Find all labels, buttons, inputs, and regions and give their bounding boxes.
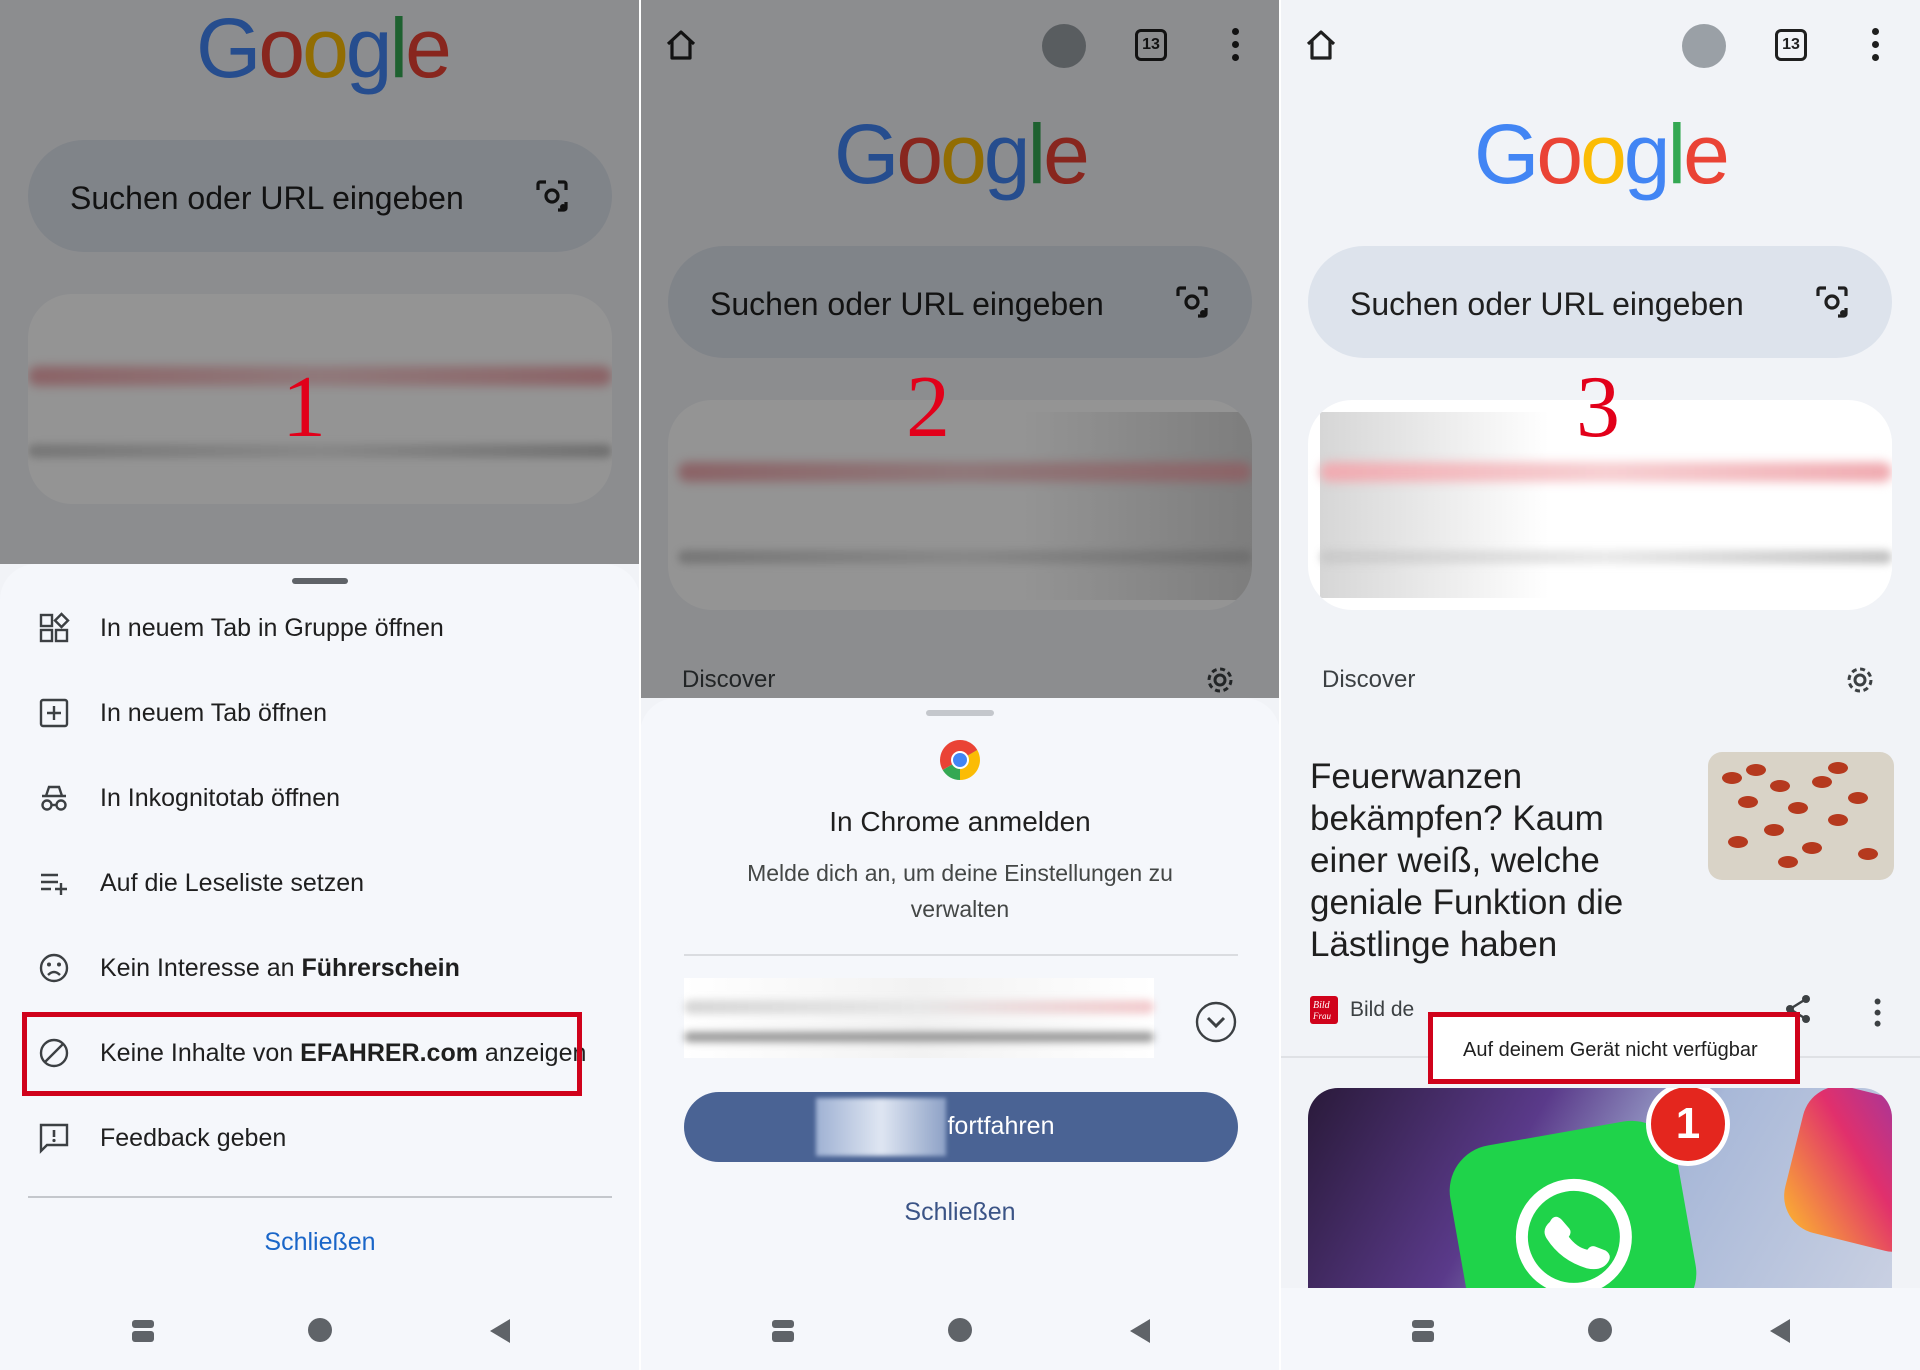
step-number-2: 2 — [906, 359, 950, 456]
chevron-down-icon[interactable] — [1194, 1000, 1238, 1044]
article-headline[interactable]: Feuerwanzen bekämpfen? Kaum einer weiß, … — [1310, 756, 1740, 966]
notification-badge: 1 — [1646, 1088, 1730, 1166]
home-nav-icon[interactable] — [948, 1318, 972, 1342]
menu-item-label: In neuem Tab öffnen — [100, 699, 328, 727]
tooltip-text: Auf deinem Gerät nicht verfügbar — [1463, 1039, 1758, 1061]
reading-list-icon — [41, 873, 67, 895]
continue-button[interactable]: fortfahren — [684, 1092, 1238, 1162]
instagram-app-icon — [1776, 1088, 1892, 1260]
menu-item-reading-list[interactable]: Auf die Leseliste setzen — [0, 847, 640, 919]
recents-icon[interactable] — [772, 1320, 794, 1342]
step-number-1: 1 — [282, 359, 326, 456]
panel-3-discover-feed: 13 Google Suchen oder URL eingeben 3 Dis… — [1280, 0, 1920, 1370]
unavailable-tooltip: Auf deinem Gerät nicht verfügbar — [1428, 1012, 1800, 1084]
sheet-handle[interactable] — [292, 578, 348, 584]
tab-switcher-button[interactable]: 13 — [1775, 29, 1807, 61]
google-logo: Google — [1474, 107, 1730, 201]
menu-item-feedback[interactable]: Feedback geben — [0, 1102, 640, 1174]
menu-item-open-in-group[interactable]: In neuem Tab in Gruppe öffnen — [0, 592, 640, 664]
context-menu-sheet: In neuem Tab in Gruppe öffnen In neuem T… — [0, 564, 640, 1370]
back-icon[interactable] — [1768, 1318, 1792, 1344]
feedback-icon — [39, 1123, 69, 1154]
signin-title: In Chrome anmelden — [829, 806, 1091, 837]
menu-item-label: Auf die Leseliste setzen — [100, 869, 365, 897]
highlight-box — [22, 1012, 582, 1096]
back-icon[interactable] — [1128, 1318, 1152, 1344]
android-nav-bar — [1280, 1288, 1920, 1370]
menu-item-open-new-tab[interactable]: In neuem Tab öffnen — [0, 677, 640, 749]
menu-item-label: Kein Interesse an Führerschein — [100, 954, 460, 982]
android-nav-bar — [0, 1288, 640, 1370]
android-nav-bar — [640, 1288, 1280, 1370]
search-placeholder: Suchen oder URL eingeben — [1350, 286, 1744, 322]
menu-item-not-interested[interactable]: Kein Interesse an Führerschein — [0, 932, 640, 1004]
whatsapp-phone-icon — [1515, 1178, 1632, 1288]
sad-face-icon — [39, 953, 69, 983]
close-button[interactable]: Schließen — [640, 1198, 1280, 1227]
menu-item-label: In Inkognitotab öffnen — [100, 784, 341, 812]
recents-icon[interactable] — [132, 1320, 154, 1342]
article-more-icon[interactable] — [1874, 998, 1882, 1028]
scrim-overlay — [0, 0, 640, 564]
svg-text:Frau: Frau — [1312, 1011, 1332, 1021]
divider — [28, 1196, 612, 1198]
menu-item-label: In neuem Tab in Gruppe öffnen — [100, 614, 444, 642]
menu-item-open-incognito[interactable]: In Inkognitotab öffnen — [0, 762, 640, 834]
new-tab-icon — [39, 698, 69, 728]
more-options-icon[interactable] — [1872, 28, 1880, 62]
tab-group-icon — [39, 612, 70, 643]
home-icon[interactable] — [1304, 28, 1338, 62]
home-nav-icon[interactable] — [308, 1318, 332, 1342]
article-thumbnail[interactable] — [1708, 752, 1894, 880]
svg-text:Bild: Bild — [1313, 1000, 1331, 1011]
step-number-3: 3 — [1576, 359, 1620, 456]
profile-avatar[interactable] — [1682, 24, 1726, 68]
google-lens-icon[interactable] — [1814, 284, 1850, 320]
panel-1-context-menu: Google Suchen oder URL eingeben 1 In neu… — [0, 0, 640, 1370]
menu-item-label: Feedback geben — [100, 1124, 287, 1152]
close-button[interactable]: Schließen — [0, 1228, 640, 1257]
article-image-whatsapp[interactable]: 1 — [1308, 1088, 1892, 1288]
sheet-handle[interactable] — [926, 710, 994, 716]
panel-2-signin: 13 Google Suchen oder URL eingeben 2 Dis… — [640, 0, 1280, 1370]
discover-label: Discover — [1322, 666, 1416, 693]
search-box[interactable]: Suchen oder URL eingeben — [1308, 246, 1892, 358]
signin-subtitle-line2: verwalten — [910, 896, 1010, 922]
article-source: Bild de — [1350, 998, 1415, 1021]
signin-sheet: In Chrome anmelden Melde dich an, um dei… — [640, 698, 1280, 1370]
chrome-logo-icon — [940, 740, 980, 780]
source-logo-wordmark: BildFrau — [1312, 1000, 1332, 1021]
scrim-overlay — [640, 0, 1280, 698]
source-logo: Bild Frau — [1310, 996, 1338, 1024]
back-icon[interactable] — [488, 1318, 512, 1344]
account-selector-blurred[interactable] — [684, 978, 1154, 1058]
incognito-icon — [41, 785, 67, 811]
continue-label: fortfahren — [947, 1112, 1055, 1140]
home-nav-icon[interactable] — [1588, 1318, 1612, 1342]
settings-gear-icon[interactable] — [1842, 662, 1878, 698]
signin-subtitle-line1: Melde dich an, um deine Einstellungen zu — [747, 860, 1173, 886]
recents-icon[interactable] — [1412, 1320, 1434, 1342]
divider — [684, 954, 1238, 956]
